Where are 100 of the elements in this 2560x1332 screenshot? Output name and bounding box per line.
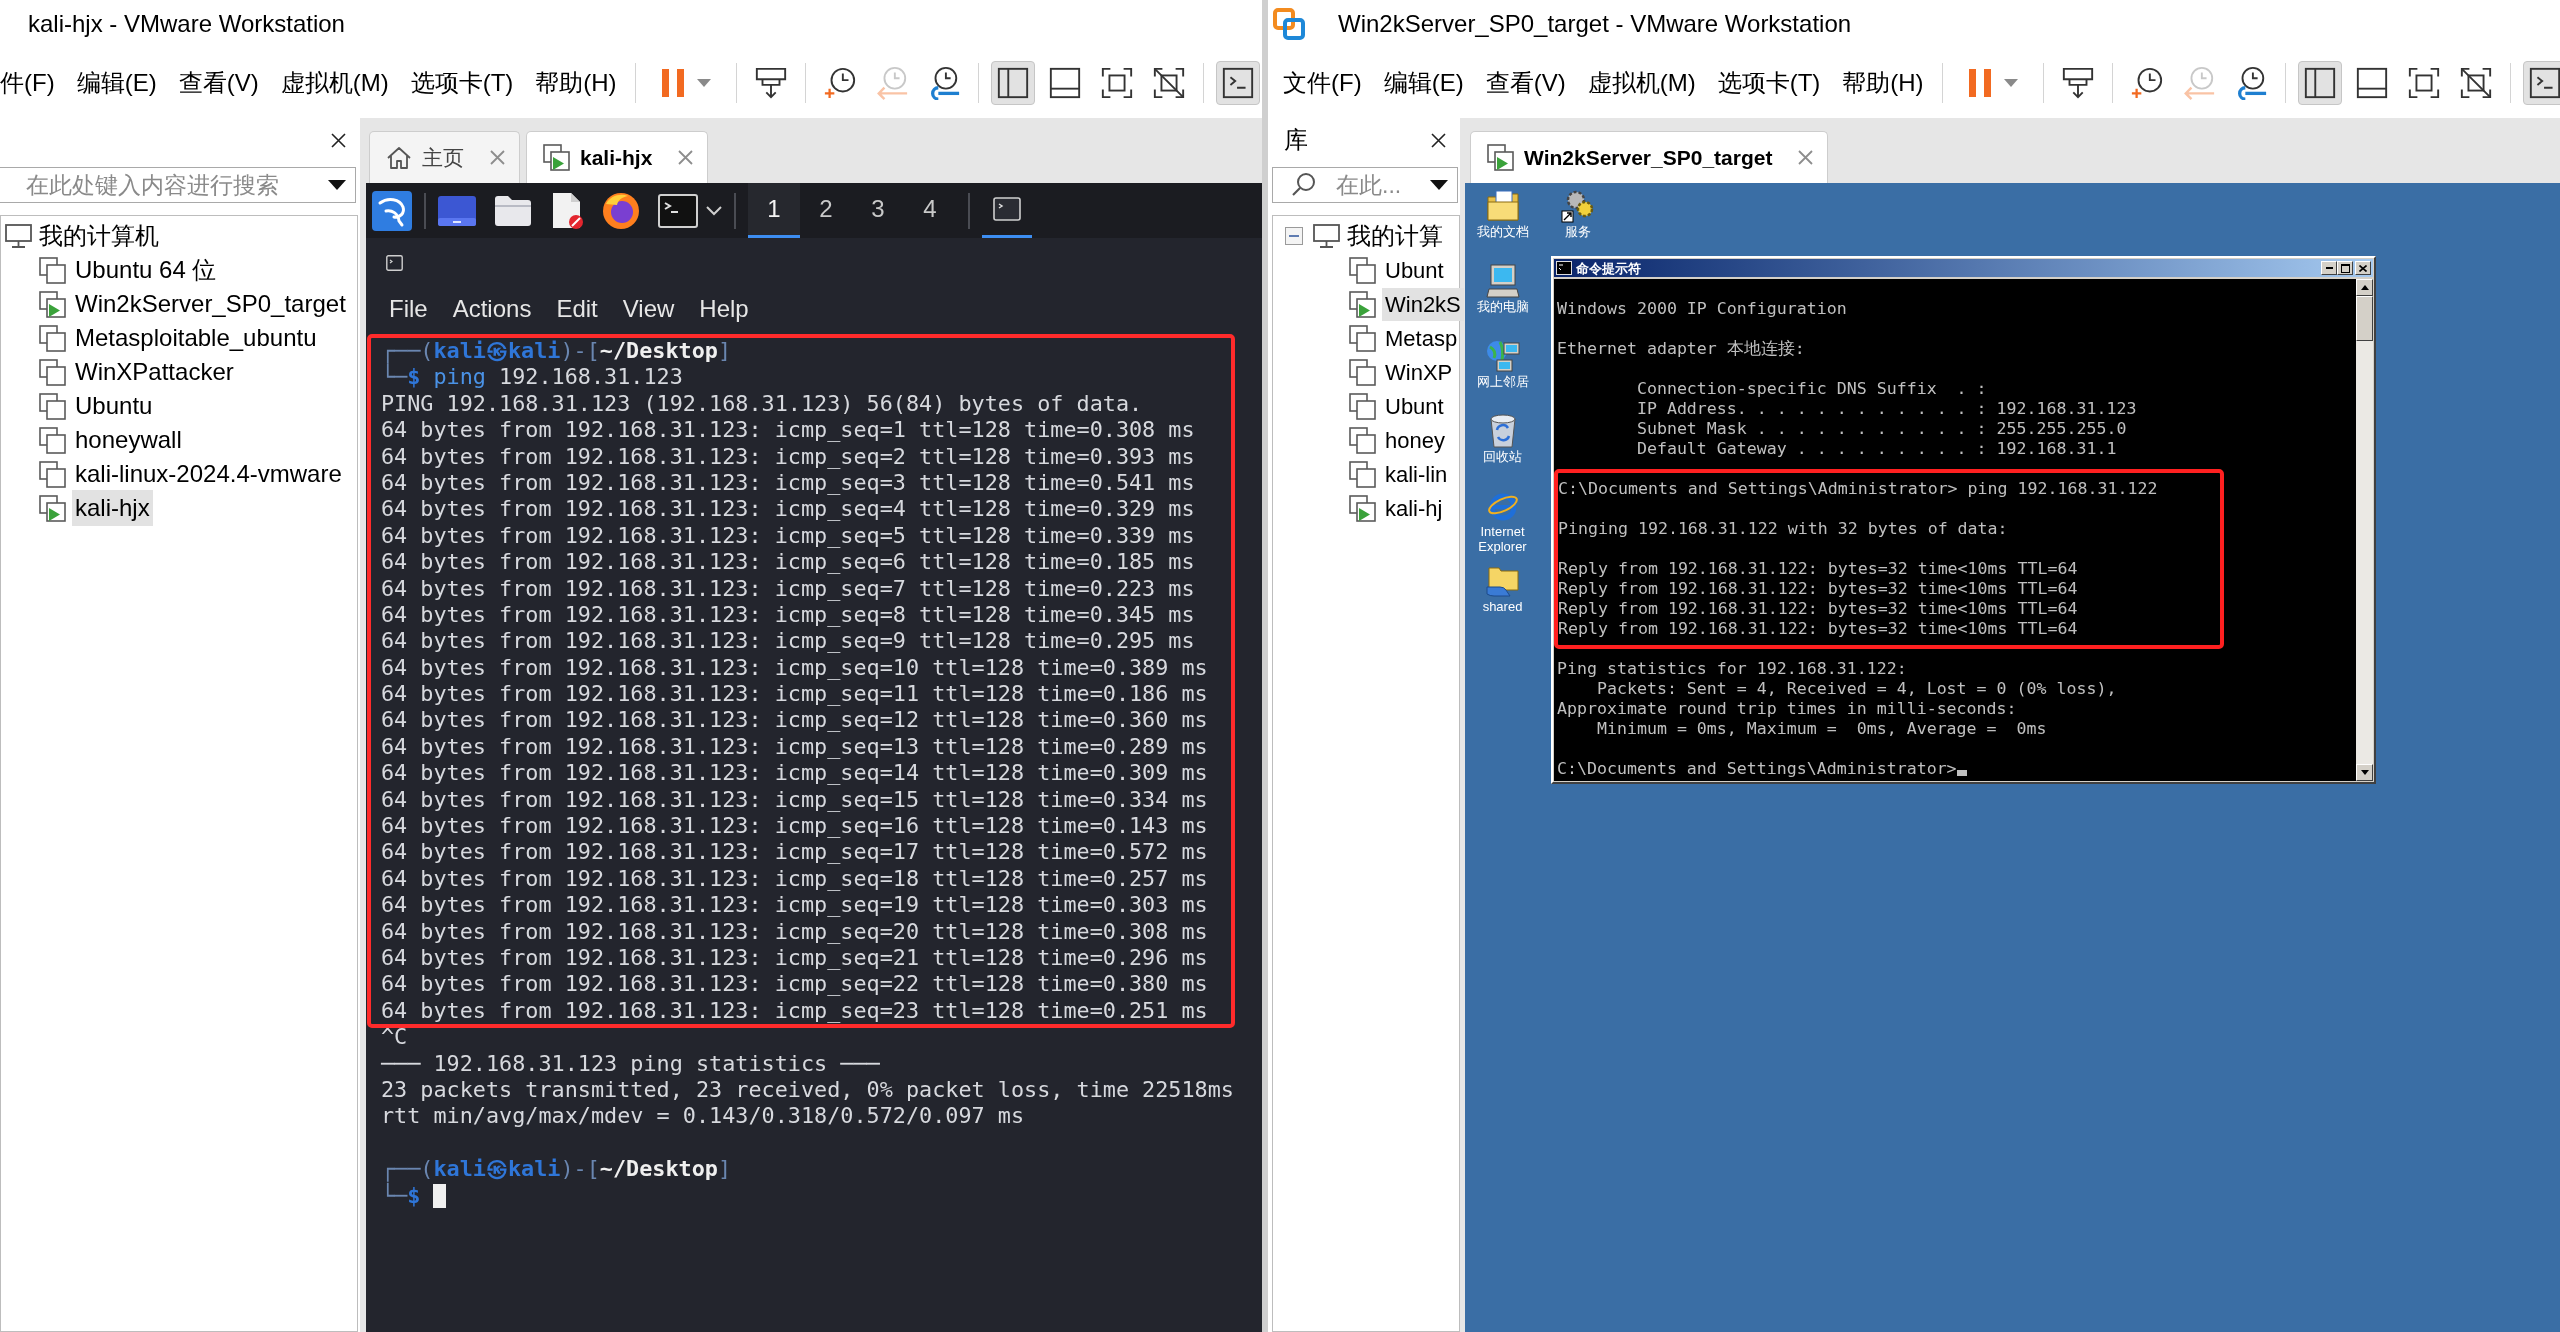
menu-item[interactable]: 帮助(H): [535, 65, 617, 101]
menu-item[interactable]: 编辑(E): [1383, 65, 1464, 101]
scroll-down-button[interactable]: [2356, 764, 2373, 781]
console-line: Windows 2000 IP Configuration: [1557, 299, 1847, 319]
tab[interactable]: kali-hjx: [526, 131, 709, 183]
scroll-thumb[interactable]: [2356, 296, 2373, 341]
tree-item[interactable]: Ubunt: [1382, 389, 1447, 423]
document-icon[interactable]: [550, 191, 584, 230]
tree-item[interactable]: Metasploitable_ubuntu: [72, 320, 320, 356]
collapse-icon[interactable]: [1285, 227, 1303, 245]
tree-item[interactable]: honey: [1382, 423, 1448, 457]
monitor-arrow-icon: [753, 66, 788, 100]
tree-item[interactable]: kali-lin: [1382, 457, 1451, 491]
menu-item[interactable]: Edit: [556, 291, 598, 327]
menu-item[interactable]: 选项卡(T): [410, 65, 514, 101]
globe-icon[interactable]: [602, 191, 640, 230]
folder-icon[interactable]: [494, 194, 532, 227]
tree-item[interactable]: Ubunt: [1382, 253, 1447, 287]
toolbar-button[interactable]: [990, 61, 1035, 105]
console-line: Reply from 192.168.31.122: bytes=32 time<10ms TTL=64: [1558, 579, 2078, 599]
terminal-line: 64 bytes from 192.168.31.123: icmp_seq=7 ttl=128 time=0.223 ms: [381, 575, 1195, 602]
bottom-bar-layout-icon: [2354, 66, 2389, 100]
desktop-shortcut[interactable]: 回收站: [1483, 414, 1522, 464]
terminal-line: ┌──(kali㉿kali)-[~/Desktop]: [381, 1156, 732, 1182]
search-field[interactable]: 在此处键入内容进行搜索: [0, 167, 356, 203]
menu-item[interactable]: 件(F): [0, 65, 55, 101]
tree-item[interactable]: Metasp: [1382, 321, 1461, 355]
console-line: Ethernet adapter 本地连接:: [1557, 339, 1805, 359]
tab[interactable]: Win2kServer_SP0_target: [1470, 131, 1829, 183]
pause-icon: [660, 68, 685, 98]
terminal-line: 64 bytes from 192.168.31.123: icmp_seq=1 ttl=128 time=0.308 ms: [381, 417, 1195, 444]
terminal-icon[interactable]: [658, 193, 698, 228]
menu-item[interactable]: 虚拟机(M): [280, 65, 389, 101]
desktop-shortcut[interactable]: 我的电脑: [1476, 264, 1529, 314]
desktop-shortcut[interactable]: 网上邻居: [1476, 339, 1529, 389]
toolbar-button[interactable]: [2522, 61, 2560, 105]
dropdown-arrow-icon[interactable]: [1430, 180, 1448, 190]
maximize-button[interactable]: [2337, 261, 2353, 275]
scrollbar[interactable]: [2356, 279, 2373, 781]
workspace-button[interactable]: 2: [800, 183, 852, 238]
terminal-line: 64 bytes from 192.168.31.123: icmp_seq=14 ttl=128 time=0.309 ms: [381, 760, 1208, 787]
swirl-logo-icon[interactable]: [372, 190, 412, 231]
menu-item[interactable]: 文件(F): [1283, 65, 1362, 101]
terminal-line: 64 bytes from 192.168.31.123: icmp_seq=12 ttl=128 time=0.360 ms: [381, 707, 1208, 734]
caret-icon[interactable]: [706, 205, 722, 216]
crossed-frame-icon: [2458, 66, 2493, 100]
monitor-arrow-icon: [2060, 66, 2095, 100]
menu-item[interactable]: 帮助(H): [1842, 65, 1924, 101]
workspace-button[interactable]: 4: [904, 183, 956, 238]
dropdown-arrow-icon[interactable]: [328, 180, 346, 190]
tree-item[interactable]: 我的计算: [1347, 218, 1443, 254]
close-button[interactable]: [2355, 261, 2371, 275]
workspace-button[interactable]: 3: [852, 183, 904, 238]
toolbar-button[interactable]: [1215, 61, 1260, 105]
terminal-line: 64 bytes from 192.168.31.123: icmp_seq=17 ttl=128 time=0.572 ms: [381, 839, 1208, 866]
close-icon[interactable]: [331, 132, 346, 148]
menu-item[interactable]: 查看(V): [178, 65, 259, 101]
menu-item[interactable]: Actions: [452, 291, 532, 327]
window-title: kali-hjx - VMware Workstation: [28, 9, 345, 39]
desktop-shortcut[interactable]: 服务: [1560, 189, 1595, 239]
maximize-icon: [2340, 263, 2350, 273]
terminal-line: ┌──(kali㉿kali)-[~/Desktop]: [381, 338, 732, 364]
tree-item[interactable]: Win2kServer_SP0_target: [72, 286, 349, 322]
menu-item[interactable]: 编辑(E): [76, 65, 157, 101]
desktop-shortcut[interactable]: 我的文档: [1476, 189, 1529, 239]
scroll-up-button[interactable]: [2356, 279, 2373, 296]
console-app-icon: [1556, 261, 1572, 275]
menu-item[interactable]: File: [389, 291, 428, 327]
tree-item[interactable]: honeywall: [72, 422, 185, 458]
tree-item[interactable]: Ubuntu 64 位: [72, 252, 220, 288]
tab[interactable]: 主页: [369, 131, 520, 183]
menu-item[interactable]: View: [622, 291, 675, 327]
menu-item[interactable]: 选项卡(T): [1717, 65, 1821, 101]
tree-item[interactable]: kali-hjx: [72, 490, 153, 526]
tree-item[interactable]: Win2kS: [1382, 287, 1464, 321]
close-icon[interactable]: [1431, 132, 1446, 148]
menu-item[interactable]: 虚拟机(M): [1587, 65, 1696, 101]
screen-icon[interactable]: [438, 195, 476, 226]
minimize-button[interactable]: [2321, 261, 2337, 275]
shared-folder-icon: [1485, 564, 1520, 598]
crossed-frame-icon: [1151, 66, 1186, 100]
desktop-shortcut[interactable]: Internet Explorer: [1466, 489, 1539, 554]
workspace-button[interactable]: 1: [748, 183, 800, 238]
tree-item[interactable]: kali-hj: [1382, 491, 1446, 525]
terminal-line: 64 bytes from 192.168.31.123: icmp_seq=5 ttl=128 time=0.339 ms: [381, 522, 1195, 550]
search-field[interactable]: 在此...: [1272, 167, 1458, 203]
menu-item[interactable]: 查看(V): [1485, 65, 1566, 101]
terminal-line: 64 bytes from 192.168.31.123: icmp_seq=16 ttl=128 time=0.143 ms: [381, 813, 1208, 840]
sidebar-title: 库: [1284, 125, 1308, 155]
tree-item[interactable]: kali-linux-2024.4-vmware: [72, 456, 345, 492]
tree-item[interactable]: 我的计算机: [39, 218, 159, 254]
menu-item[interactable]: Help: [699, 291, 749, 327]
terminal-line: 64 bytes from 192.168.31.123: icmp_seq=19 ttl=128 time=0.303 ms: [381, 892, 1208, 919]
console-line: Connection-specific DNS Suffix . :: [1635, 379, 1987, 399]
toolbar-button[interactable]: [2297, 61, 2342, 105]
tree-item[interactable]: WinXPattacker: [72, 354, 237, 390]
terminal-window-icon: [993, 197, 1021, 221]
tree-item[interactable]: WinXP: [1382, 355, 1456, 389]
tree-item[interactable]: Ubuntu: [72, 388, 156, 424]
desktop-shortcut[interactable]: shared: [1482, 564, 1523, 614]
